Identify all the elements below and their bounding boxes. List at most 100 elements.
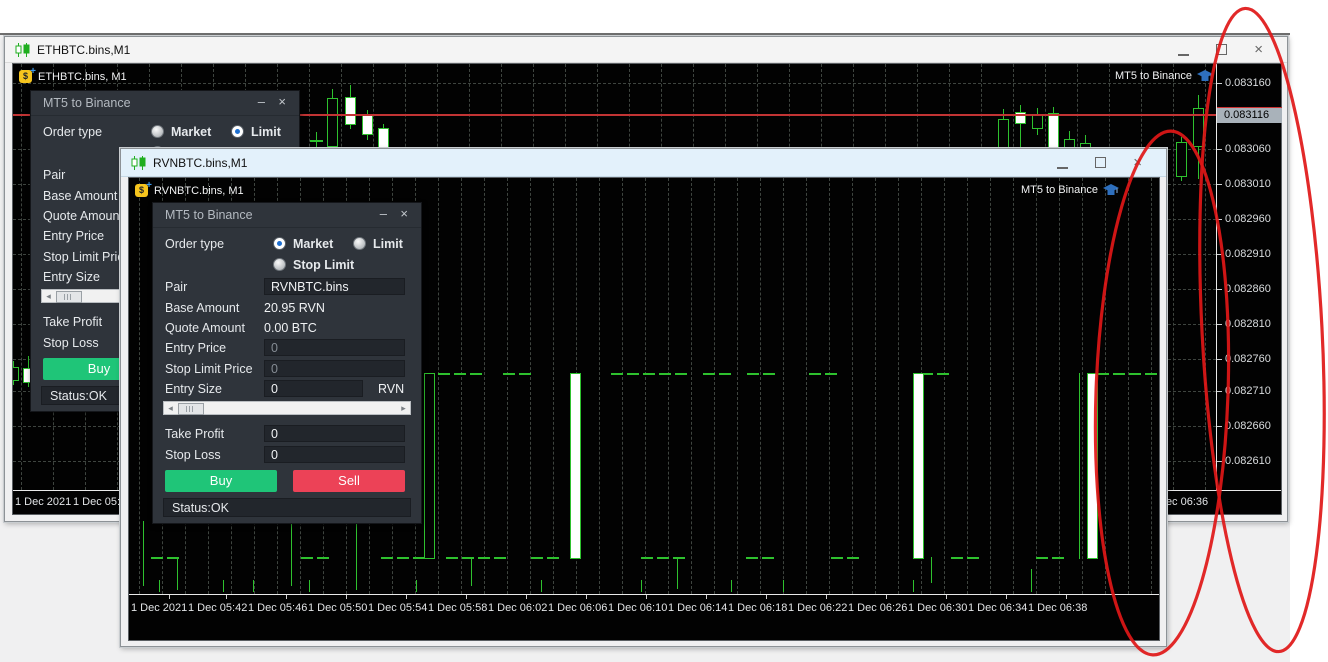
gridline-v: [967, 178, 968, 594]
rvn-titlebar[interactable]: RVNBTC.bins,M1 ×: [121, 149, 1166, 177]
time-tick: [946, 595, 947, 599]
radio-stop-limit[interactable]: [273, 258, 286, 271]
scrollbar-thumb[interactable]: [56, 291, 82, 303]
buy-button[interactable]: Buy: [165, 470, 277, 492]
current-price-label: 0.083116: [1217, 107, 1282, 123]
price-tick: [1217, 461, 1222, 462]
gridline-v: [484, 178, 485, 594]
time-tick-label: 1 Dec 2021: [131, 602, 188, 614]
panel-close-button[interactable]: ×: [400, 203, 408, 227]
candle-body: [424, 373, 435, 559]
candle-dash: [719, 373, 731, 375]
candle-dash: [809, 373, 821, 375]
volume-tick: [159, 580, 160, 592]
entry-size-unit: RVN: [378, 382, 405, 396]
candle-body: [327, 98, 338, 147]
candle-body: [345, 97, 356, 125]
candle-dash: [657, 557, 669, 559]
time-tick-label: 1 Dec 05:42: [188, 602, 248, 614]
time-tick: [406, 595, 407, 599]
price-tick-label: 0.082610: [1225, 455, 1271, 467]
gridline-v: [1082, 178, 1083, 594]
price-tick-label: 0.083010: [1225, 178, 1271, 190]
price-tick-label: 0.083060: [1225, 143, 1271, 155]
time-tick-label: 1 Dec 06:22: [788, 602, 848, 614]
candle-dash: [381, 557, 393, 559]
volume-tick: [1031, 580, 1032, 592]
gridline-v: [714, 178, 715, 594]
price-tick: [1217, 219, 1222, 220]
candle-dash: [847, 557, 859, 559]
price-tick-label: 0.082960: [1225, 213, 1271, 225]
scroll-right-arrow[interactable]: ▸: [397, 402, 410, 414]
eth-symbol-row: $ + ETHBTC.bins, M1: [19, 66, 127, 83]
candle-dash: [454, 373, 466, 375]
gridline-v: [944, 178, 945, 594]
time-tick: [646, 595, 647, 599]
entry-size-scrollbar[interactable]: ◂ ▸: [163, 401, 411, 415]
scroll-left-arrow[interactable]: ◂: [164, 402, 177, 414]
radio-limit[interactable]: [231, 125, 244, 138]
radio-market[interactable]: [273, 237, 286, 250]
eth-window-controls: ×: [1178, 42, 1277, 57]
rvn-time-axis[interactable]: 1 Dec 2021 1 Dec 05:42 1 Dec 05:46 1 Dec 05…: [129, 594, 1159, 640]
candle-dash: [1129, 373, 1141, 375]
candle-body: [1176, 142, 1187, 177]
time-tick: [1006, 595, 1007, 599]
ea-hat-icon: [1103, 184, 1119, 195]
close-button[interactable]: ×: [1133, 155, 1142, 170]
price-tick-label: 0.082910: [1225, 248, 1271, 260]
price-tick-label: 0.082810: [1225, 318, 1271, 330]
gridline-v: [530, 178, 531, 594]
rvn-window-controls: ×: [1057, 155, 1156, 170]
eth-ea-badge: MT5 to Binance: [1115, 70, 1213, 82]
panel-minimize-button[interactable]: –: [258, 91, 265, 115]
volume-tick: [253, 580, 254, 592]
panel-close-button[interactable]: ×: [278, 91, 286, 115]
gridline-v: [990, 178, 991, 594]
entry-price-input[interactable]: 0: [264, 339, 405, 356]
rvn-symbol-label: RVNBTC.bins, M1: [154, 184, 244, 197]
rvn-symbol-row: $ + RVNBTC.bins, M1: [135, 180, 244, 197]
candle-lower-wick: [471, 557, 472, 586]
minimize-button[interactable]: [1057, 157, 1069, 169]
stop-loss-input[interactable]: 0: [264, 446, 405, 463]
take-profit-input[interactable]: 0: [264, 425, 405, 442]
volume-tick: [541, 580, 542, 592]
time-tick: [226, 595, 227, 599]
maximize-button[interactable]: [1216, 44, 1228, 55]
stop-limit-price-input[interactable]: 0: [264, 360, 405, 377]
sell-button[interactable]: Sell: [293, 470, 405, 492]
eth-titlebar[interactable]: ETHBTC.bins,M1 ×: [5, 37, 1287, 63]
time-tick-label: 1 Dec 06:06: [548, 602, 608, 614]
panel-minimize-button[interactable]: –: [380, 203, 387, 227]
candle-dash: [1036, 557, 1048, 559]
candle-lower-wick: [177, 557, 178, 590]
maximize-button[interactable]: [1095, 157, 1107, 168]
radio-limit[interactable]: [353, 237, 366, 250]
time-tick-label: 1 Dec 05:50: [308, 602, 368, 614]
gridline-v: [622, 178, 623, 594]
minimize-button[interactable]: [1178, 44, 1190, 56]
radio-market[interactable]: [151, 125, 164, 138]
pair-input[interactable]: RVNBTC.bins: [264, 278, 405, 295]
candle-dash: [1113, 373, 1125, 375]
scrollbar-thumb[interactable]: [178, 403, 204, 415]
candle-dash: [470, 373, 482, 375]
candle-body: [13, 367, 19, 381]
time-tick-label: 1 Dec 05:54: [368, 602, 428, 614]
volume-tick: [913, 580, 914, 592]
time-tick: [886, 595, 887, 599]
gridline-v: [852, 178, 853, 594]
eth-price-axis[interactable]: 0.083116 0.083160 0.083060 0.083010 0.08296…: [1216, 64, 1282, 490]
price-tick: [1217, 426, 1222, 427]
gridline-v: [898, 178, 899, 594]
candle-body: [362, 115, 373, 135]
candle-dash: [967, 557, 979, 559]
entry-size-input[interactable]: 0: [264, 380, 363, 397]
time-tick: [286, 595, 287, 599]
close-button[interactable]: ×: [1254, 42, 1263, 57]
gridline-v: [1059, 178, 1060, 594]
scroll-left-arrow[interactable]: ◂: [42, 290, 55, 302]
eth-window-title: ETHBTC.bins,M1: [37, 42, 131, 57]
